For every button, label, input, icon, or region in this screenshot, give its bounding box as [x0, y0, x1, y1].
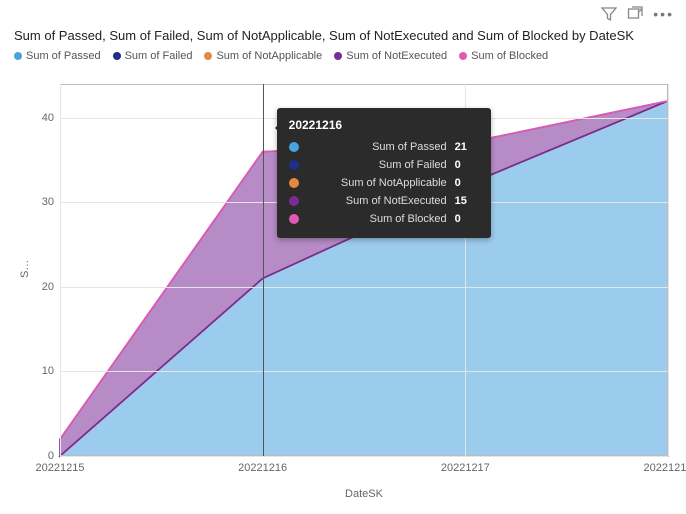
legend-item[interactable]: Sum of NotApplicable — [204, 50, 322, 62]
cursor-line — [263, 84, 264, 456]
legend-label: Sum of Failed — [125, 50, 193, 62]
tooltip-swatch — [289, 160, 299, 170]
tooltip-label: Sum of NotApplicable — [307, 174, 447, 192]
x-tick-label: 20221218 — [644, 456, 686, 474]
legend-label: Sum of Passed — [26, 50, 101, 62]
tooltip: 20221216 Sum of Passed21Sum of Failed0Su… — [277, 108, 491, 238]
focus-mode-icon[interactable] — [627, 6, 643, 22]
chart-title: Sum of Passed, Sum of Failed, Sum of Not… — [14, 28, 672, 43]
tooltip-row: Sum of Failed 0 — [289, 156, 479, 174]
legend-item[interactable]: Sum of Passed — [14, 50, 101, 62]
tooltip-value: 15 — [455, 192, 479, 210]
gridline-horizontal — [60, 371, 668, 372]
tooltip-value: 21 — [455, 138, 479, 156]
tooltip-swatch — [289, 196, 299, 206]
tooltip-label: Sum of NotExecuted — [307, 192, 447, 210]
legend-item[interactable]: Sum of Blocked — [459, 50, 548, 62]
y-tick-label: 10 — [42, 365, 60, 377]
tooltip-value: 0 — [455, 174, 479, 192]
tooltip-row: Sum of Passed 21 — [289, 138, 479, 156]
tooltip-value: 0 — [455, 156, 479, 174]
legend-item[interactable]: Sum of Failed — [113, 50, 193, 62]
tooltip-value: 0 — [455, 210, 479, 228]
tooltip-label: Sum of Blocked — [307, 210, 447, 228]
tooltip-row: Sum of NotApplicable 0 — [289, 174, 479, 192]
tooltip-header: 20221216 — [289, 118, 479, 132]
x-tick-label: 20221216 — [238, 456, 287, 474]
gridline-horizontal — [60, 287, 668, 288]
tooltip-label: Sum of Failed — [307, 156, 447, 174]
legend-swatch — [113, 52, 121, 60]
y-tick-label: 30 — [42, 196, 60, 208]
legend-swatch — [14, 52, 22, 60]
y-axis-label: Sum of Passed, Sum of Failed, Sum of Not… — [14, 78, 36, 456]
y-tick-label: 40 — [42, 112, 60, 124]
legend-swatch — [334, 52, 342, 60]
y-tick-label: 20 — [42, 281, 60, 293]
filter-icon[interactable] — [601, 6, 617, 22]
x-tick-label: 20221217 — [441, 456, 490, 474]
legend: Sum of Passed Sum of Failed Sum of NotAppl… — [14, 50, 548, 62]
legend-label: Sum of Blocked — [471, 50, 548, 62]
x-tick-label: 20221215 — [36, 456, 85, 474]
gridline-vertical — [60, 84, 61, 456]
x-axis-label: DateSK — [60, 488, 668, 500]
tooltip-row: Sum of Blocked 0 — [289, 210, 479, 228]
gridline-horizontal — [60, 456, 668, 457]
tooltip-row: Sum of NotExecuted 15 — [289, 192, 479, 210]
legend-swatch — [459, 52, 467, 60]
gridline-vertical — [668, 84, 669, 456]
chart-toolbar: ••• — [601, 6, 674, 22]
legend-swatch — [204, 52, 212, 60]
more-options-icon[interactable]: ••• — [653, 6, 674, 22]
legend-label: Sum of NotApplicable — [216, 50, 322, 62]
tooltip-label: Sum of Passed — [307, 138, 447, 156]
tooltip-swatch — [289, 178, 299, 188]
legend-item[interactable]: Sum of NotExecuted — [334, 50, 447, 62]
legend-label: Sum of NotExecuted — [346, 50, 447, 62]
tooltip-swatch — [289, 142, 299, 152]
tooltip-swatch — [289, 214, 299, 224]
